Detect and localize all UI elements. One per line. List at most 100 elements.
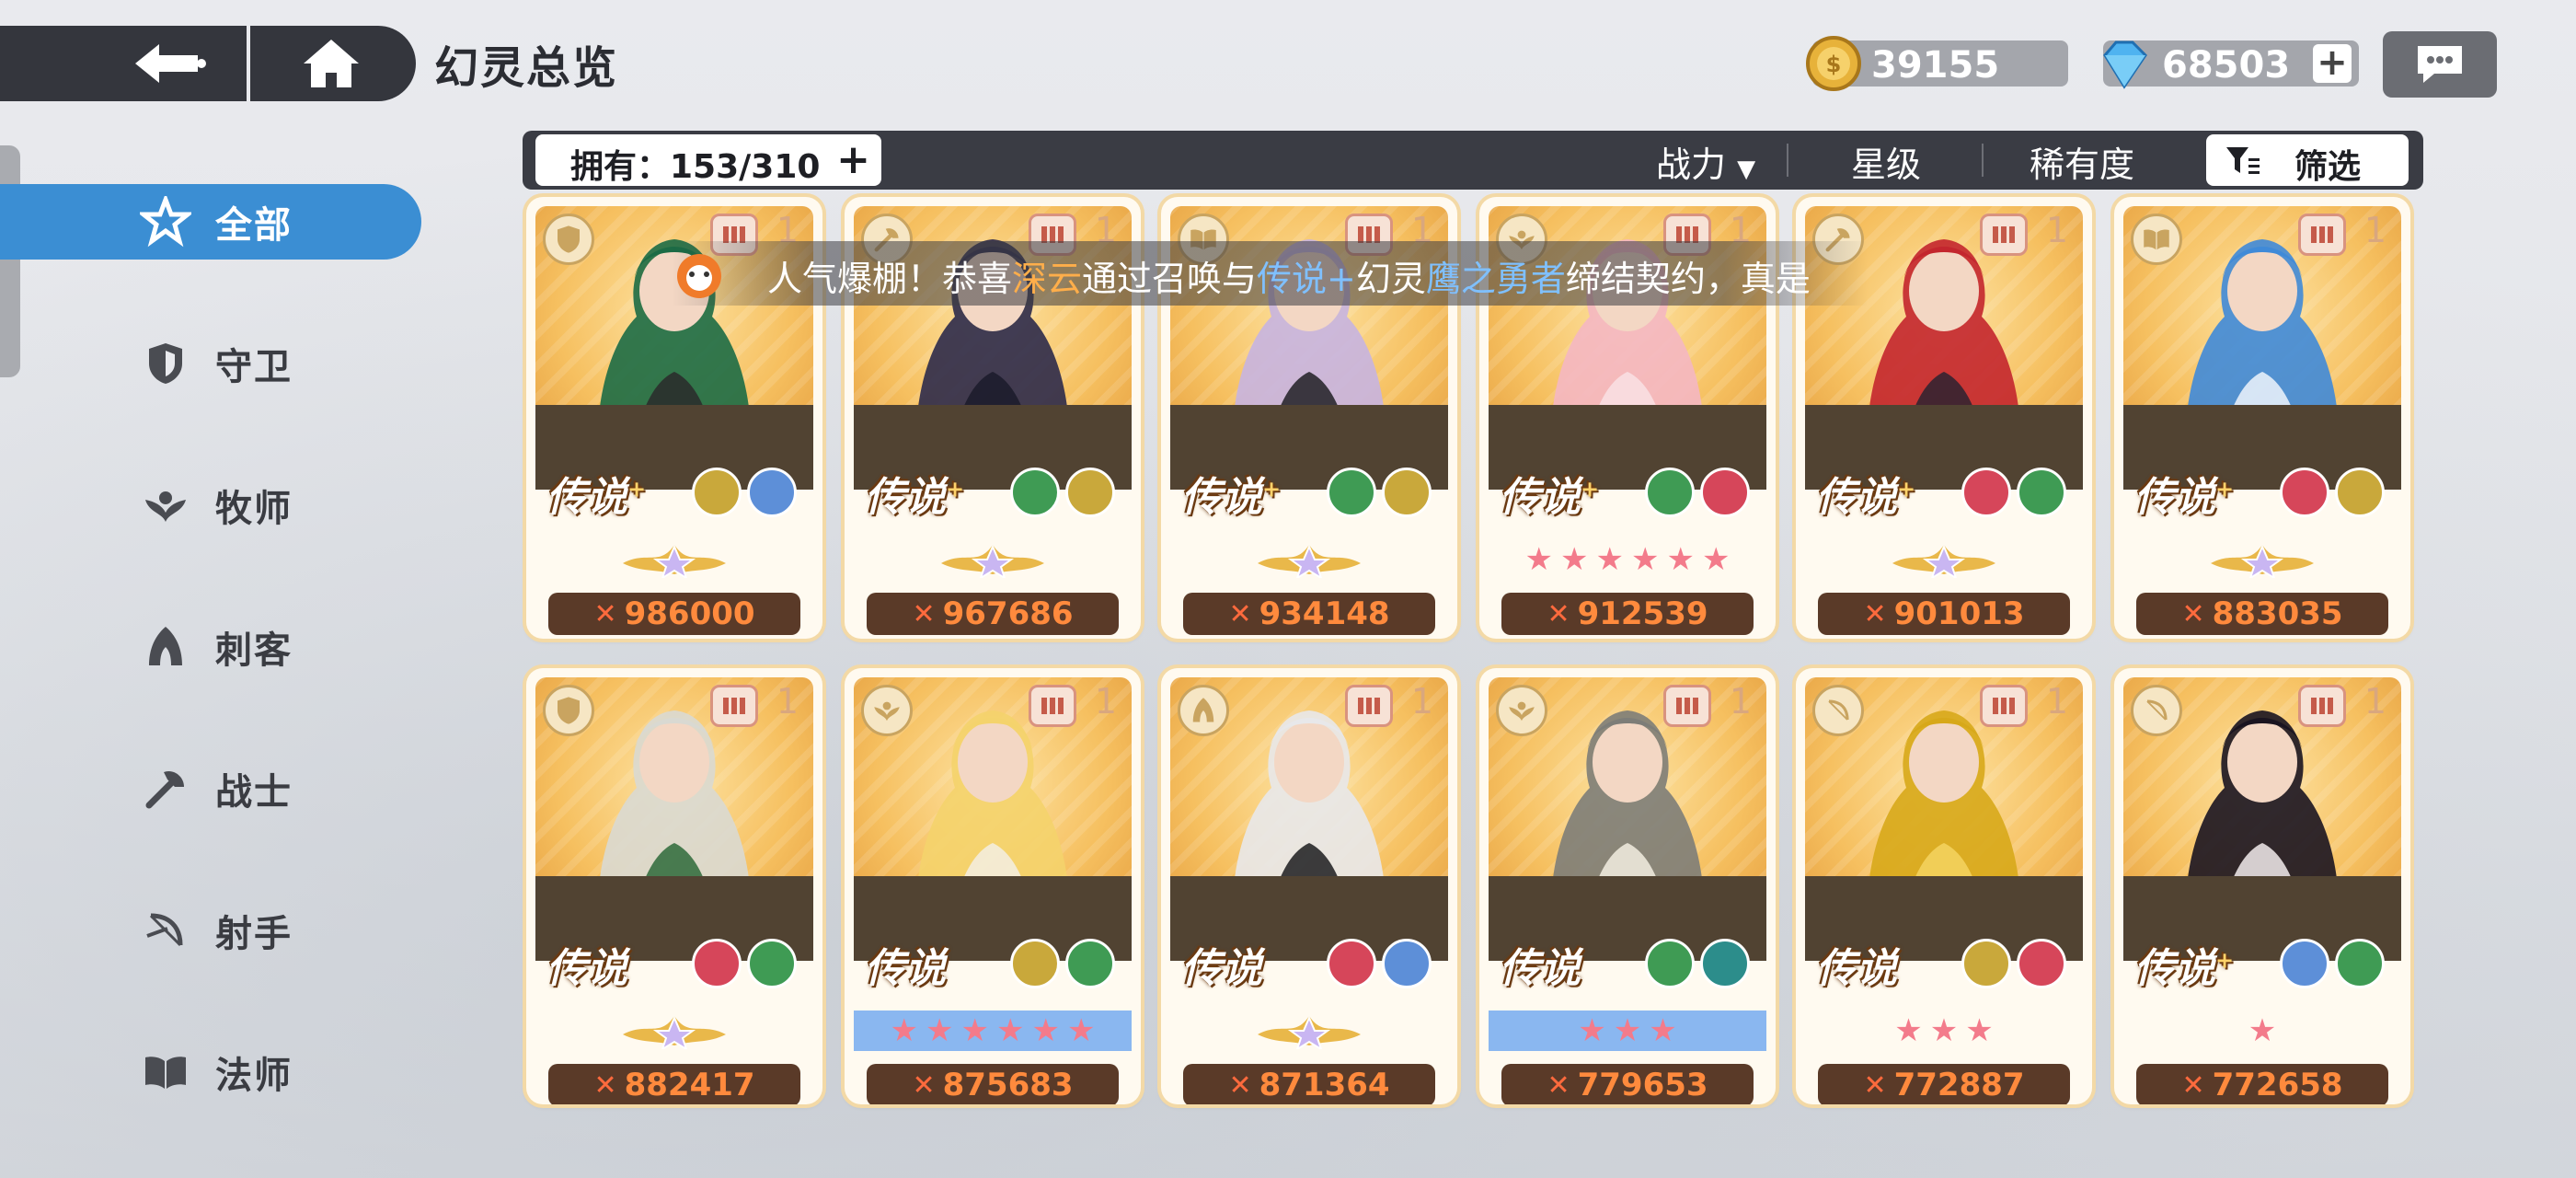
announcement-player-name: 深云: [1012, 259, 1083, 299]
rarity-label: 传说: [546, 935, 627, 994]
sidebar-item-mage[interactable]: 法师: [0, 1034, 421, 1110]
level-gauge-icon: [1980, 685, 2028, 727]
announcement-prefix: 人气爆棚！恭喜: [767, 259, 1013, 299]
crossed-swords-icon: ✕: [912, 1068, 936, 1102]
shield-icon: [543, 685, 594, 736]
leaf-wings-icon: [861, 685, 913, 736]
sidebar-item-archer[interactable]: 射手: [0, 893, 421, 968]
rarity-text: 传说: [865, 945, 946, 992]
rarity-plus-mark: +: [946, 476, 965, 502]
sort-divider: [1982, 144, 1984, 177]
power-rating: ✕ 912539: [1501, 593, 1754, 635]
wind-element-icon: [2335, 468, 2385, 517]
crown-star-icon: [1892, 544, 1995, 578]
rarity-label: 传说+: [1181, 464, 1281, 523]
gem-icon: [2103, 40, 2147, 89]
crown-star-icon: [623, 544, 726, 578]
rarity-text: 传说: [1181, 945, 1262, 992]
wind-element-icon: [1065, 468, 1115, 517]
sort-divider: [1787, 144, 1788, 177]
rarity-plus-mark: +: [2215, 947, 2235, 974]
spirit-card[interactable]: 1 传说+ ★ ✕ 772658: [2114, 668, 2410, 1104]
back-button[interactable]: [120, 35, 221, 92]
gem-counter: 68503 +: [2103, 40, 2359, 89]
sidebar-item-assassin[interactable]: 刺客: [0, 609, 421, 685]
nature-element-icon: [2335, 939, 2385, 988]
crossed-swords-icon: ✕: [912, 597, 936, 630]
star-icon: ★: [1929, 1012, 1959, 1049]
sidebar-item-warrior[interactable]: 战士: [0, 751, 421, 826]
power-value: 871364: [1259, 1067, 1390, 1103]
star-icon: ★: [1066, 1012, 1096, 1049]
power-value: 875683: [942, 1067, 1074, 1103]
spirit-card[interactable]: 1 传说+ ✕ 883035: [2114, 197, 2410, 639]
rarity-plus-mark: +: [1581, 476, 1600, 502]
sort-by-stars[interactable]: 星级: [1851, 136, 1921, 187]
power-rating: ✕ 772887: [1818, 1064, 2070, 1104]
book-icon: [138, 1045, 193, 1100]
star-icon: ★: [1701, 541, 1731, 578]
power-value: 912539: [1577, 595, 1708, 632]
star-rank: [1170, 1011, 1448, 1051]
rarity-text: 传说: [546, 474, 627, 521]
announcement-rarity: 传说+: [1257, 259, 1356, 299]
star-icon: ★: [1595, 541, 1624, 578]
chat-button[interactable]: [2383, 31, 2497, 98]
announcement-mascot-icon: [677, 254, 721, 298]
level-number: 1: [2045, 681, 2068, 722]
wind-element-icon: [1382, 468, 1432, 517]
power-rating: ✕ 986000: [548, 593, 800, 635]
crown-star-icon: [2211, 544, 2314, 578]
fire-element-icon: [1961, 468, 2011, 517]
sidebar-item-guard[interactable]: 守卫: [0, 326, 421, 401]
spirit-card[interactable]: 1 传说 ★ ★ ★ ✕ 779653: [1479, 668, 1776, 1104]
star-icon: ★: [1649, 1012, 1677, 1049]
add-gems-button[interactable]: +: [2313, 44, 2352, 83]
star-icon: ★: [1666, 541, 1695, 578]
gold-coin-icon: $: [1806, 36, 1861, 91]
hood-icon: [138, 619, 193, 675]
power-value: 986000: [624, 595, 755, 632]
spirit-card[interactable]: 1 传说 ✕ 871364: [1161, 668, 1457, 1104]
spirit-card[interactable]: 1 传说 ✕ 882417: [526, 668, 822, 1104]
sidebar-item-all[interactable]: 全部: [0, 184, 421, 260]
wind-element-icon: [692, 468, 742, 517]
nature-element-icon: [1010, 468, 1060, 517]
announcement-mid2: 幻灵: [1355, 259, 1426, 299]
star-icon: ★: [1965, 1012, 1994, 1049]
all-star-icon: [138, 194, 193, 249]
crossed-swords-icon: ✕: [1547, 597, 1570, 630]
rarity-text: 传说: [546, 945, 627, 992]
power-rating: ✕ 901013: [1818, 593, 2070, 635]
level-number: 1: [2045, 210, 2068, 250]
fire-element-icon: [2017, 939, 2066, 988]
level-gauge-icon: [1029, 685, 1076, 727]
owned-counter[interactable]: 拥有：153/310 +: [535, 134, 881, 186]
power-rating: ✕ 772658: [2136, 1064, 2388, 1104]
sidebar-item-label: 全部: [215, 204, 293, 247]
spirit-card[interactable]: 1 传说 ★ ★ ★ ✕ 772887: [1796, 668, 2092, 1104]
level-gauge-icon: [2298, 214, 2346, 256]
shield-icon: [138, 336, 193, 391]
star-icon: ★: [1560, 541, 1589, 578]
star-rank: [2123, 539, 2401, 580]
home-button[interactable]: [285, 35, 377, 92]
filter-button[interactable]: 筛选: [2206, 134, 2409, 186]
level-number: 1: [1094, 681, 1117, 722]
sort-by-power[interactable]: 战力 ▼: [1656, 136, 1755, 187]
sidebar-item-priest[interactable]: 牧师: [0, 468, 421, 543]
sort-by-rarity[interactable]: 稀有度: [2030, 136, 2134, 187]
book-icon: [2131, 214, 2182, 265]
power-rating: ✕ 883035: [2136, 593, 2388, 635]
nature-element-icon: [1327, 468, 1376, 517]
star-icon: ★: [1613, 1012, 1642, 1049]
rarity-text: 传说: [1816, 945, 1897, 992]
spirit-card[interactable]: 1 传说 ★ ★ ★ ★ ★ ★ ✕ 875683: [845, 668, 1141, 1104]
rarity-text: 传说: [1500, 474, 1581, 521]
star-rank: ★ ★ ★ ★ ★ ★: [1489, 539, 1766, 580]
svg-text:$: $: [1826, 52, 1842, 77]
crossed-swords-icon: ✕: [1228, 597, 1252, 630]
level-number: 1: [776, 681, 799, 722]
level-number: 1: [1729, 681, 1752, 722]
announcement-hero-name: 鹰之勇者: [1425, 259, 1566, 299]
